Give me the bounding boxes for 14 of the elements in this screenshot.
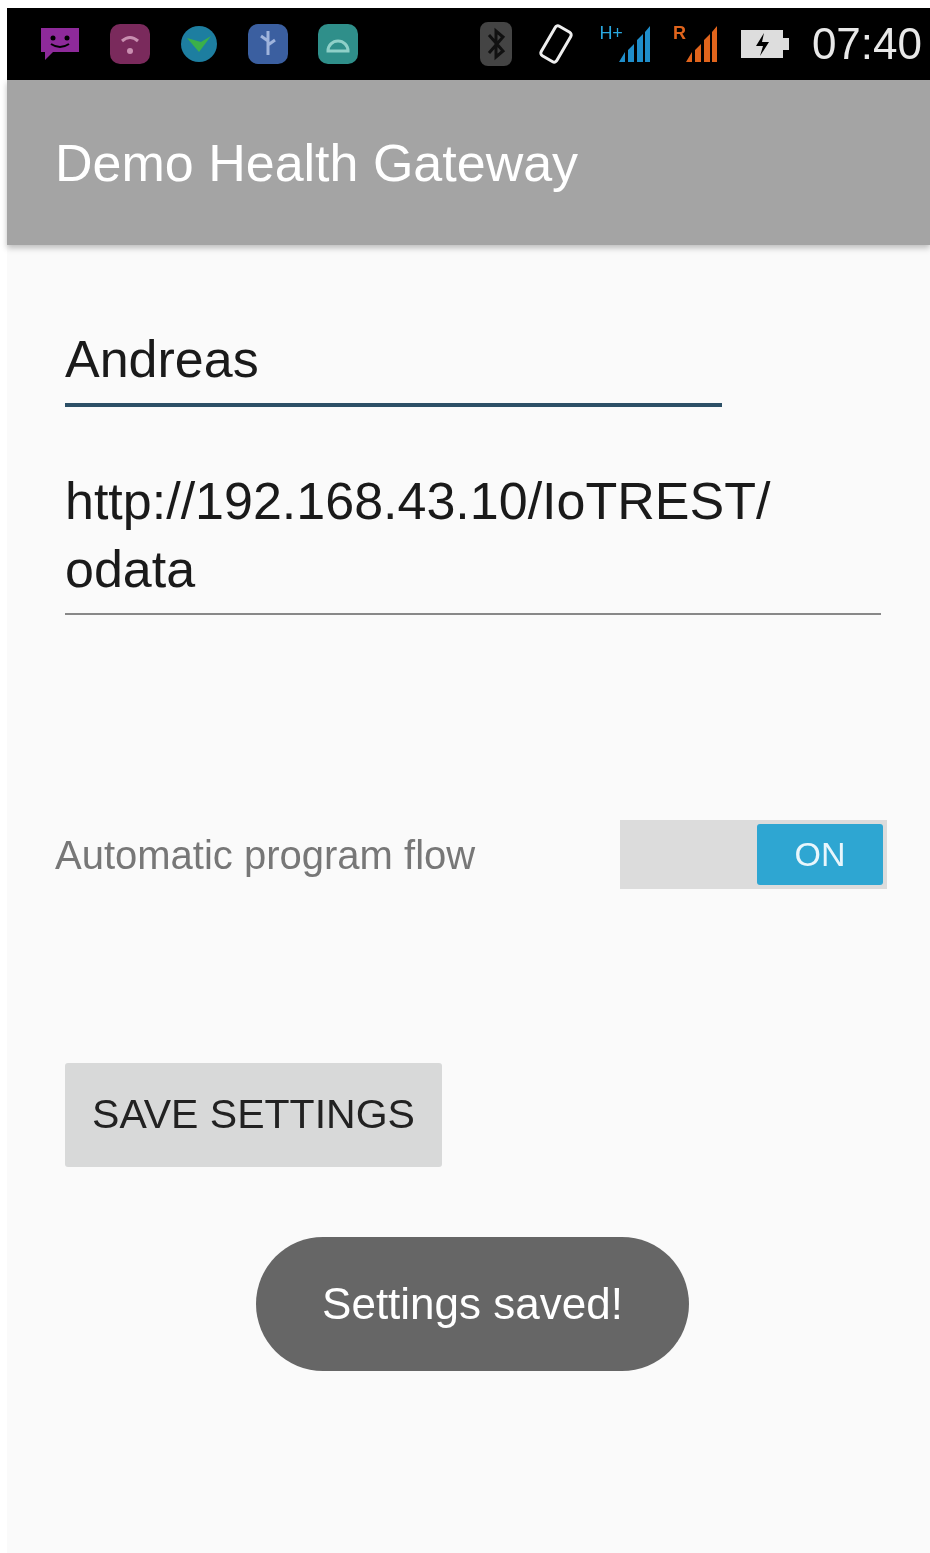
network-type-label: H+ [599,24,623,42]
clock-time: 07:40 [811,22,922,66]
switch-thumb: ON [757,824,883,885]
roaming-label: R [672,24,686,42]
toast-message: Settings saved! [256,1237,689,1371]
bluetooth-icon [479,21,514,67]
app-title: Demo Health Gateway [55,132,579,194]
battery-charging-icon [739,28,790,60]
switch-label: Automatic program flow [55,831,477,879]
globe-icon [179,24,219,64]
usb-icon [247,23,289,65]
text-field[interactable]: Andreas [65,325,722,407]
save-button[interactable]: SAVE SETTINGS [65,1063,442,1167]
text-field[interactable]: http://192.168.43.10/IoTREST/odata [65,467,881,615]
